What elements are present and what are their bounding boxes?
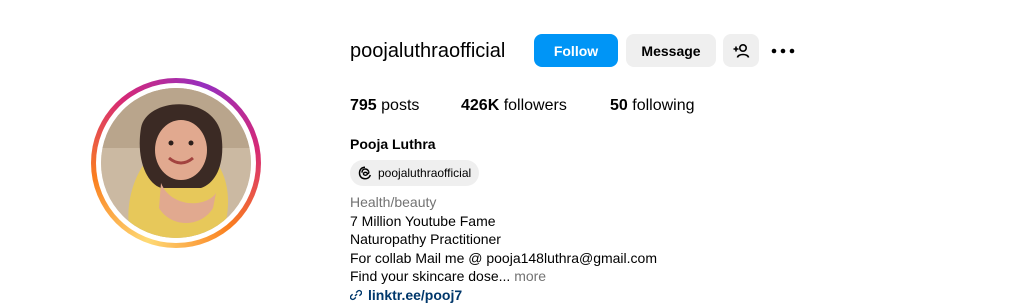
profile-bio: Health/beauty 7 Million Youtube Fame Nat… [350,193,657,304]
threads-icon [358,166,372,180]
follow-button[interactable]: Follow [534,34,618,67]
bio-line: For collab Mail me @ pooja148luthra@gmai… [350,249,657,266]
posts-label: posts [381,97,420,114]
followers-stat[interactable]: 426K followers [461,96,567,116]
add-user-button[interactable] [723,34,759,67]
following-stat[interactable]: 50 following [610,96,695,116]
followers-count: 426K [461,97,500,114]
following-count: 50 [610,97,628,114]
profile-photo-icon [101,88,251,238]
ellipsis-icon [771,48,795,54]
message-button[interactable]: Message [626,34,716,67]
more-options-button[interactable] [770,38,796,64]
external-link-text: linktr.ee/pooj7 [368,286,463,303]
profile-category: Health/beauty [350,194,437,210]
avatar-story-ring[interactable] [91,78,261,248]
following-label: following [632,97,695,114]
followers-label: followers [503,97,567,114]
posts-count: 795 [350,97,377,114]
threads-handle: poojaluthraofficial [378,166,472,180]
avatar-frame [96,83,256,243]
profile-full-name: Pooja Luthra [350,136,436,152]
link-icon [350,289,362,300]
person-add-icon [733,43,750,58]
bio-line: Find your skincare dose... [350,268,511,284]
threads-badge[interactable]: poojaluthraofficial [350,160,480,186]
bio-truncated-line: Find your skincare dose... more [350,267,657,286]
avatar[interactable] [101,88,251,238]
bio-more-link[interactable]: more [514,268,546,284]
posts-stat: 795 posts [350,96,419,116]
bio-line: 7 Million Youtube Fame [350,212,496,229]
bio-line: Naturopathy Practitioner [350,231,501,247]
external-link[interactable]: linktr.ee/pooj7 [350,286,657,305]
profile-username: poojaluthraofficial [350,40,506,62]
